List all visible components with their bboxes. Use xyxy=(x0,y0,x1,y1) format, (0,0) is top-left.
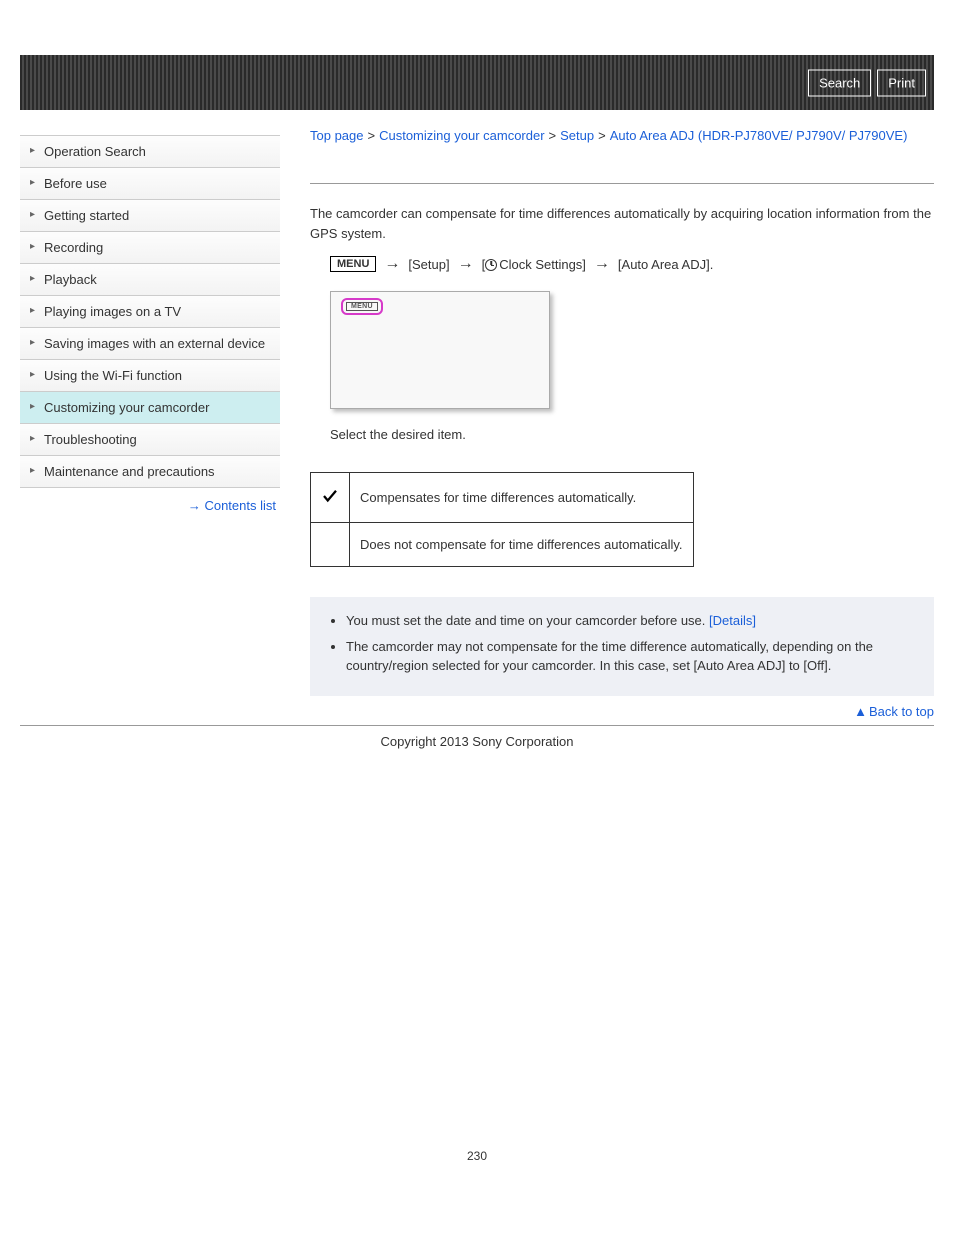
back-to-top-label: Back to top xyxy=(869,704,934,719)
arrow-right-icon: → xyxy=(594,255,610,273)
breadcrumb-item[interactable]: Auto Area ADJ (HDR-PJ780VE/ PJ790V/ PJ79… xyxy=(610,128,908,143)
contents-link-row: → Contents list xyxy=(20,488,280,523)
menu-icon: MENU xyxy=(330,256,376,272)
menu-badge-label: MENU xyxy=(346,302,378,311)
arrow-right-icon: → xyxy=(188,498,199,513)
breadcrumb-item[interactable]: Setup xyxy=(560,128,594,143)
triangle-up-icon: ▲ xyxy=(854,704,867,719)
arrow-right-icon: → xyxy=(458,255,474,273)
header-banner: Search Print xyxy=(20,55,934,110)
print-button[interactable]: Print xyxy=(877,69,926,96)
search-button[interactable]: Search xyxy=(808,69,871,96)
flow-clock-label: [Clock Settings] xyxy=(482,257,586,272)
note-text: You must set the date and time on your c… xyxy=(346,613,709,628)
select-instruction: Select the desired item. xyxy=(330,427,934,442)
clock-icon xyxy=(485,259,497,271)
footer-divider xyxy=(20,725,934,726)
arrow-right-icon: → xyxy=(384,255,400,273)
back-to-top-link[interactable]: ▲Back to top xyxy=(854,704,934,719)
back-to-top-row: ▲Back to top xyxy=(310,704,934,719)
flow-auto-label: [Auto Area ADJ]. xyxy=(618,257,713,272)
copyright-text: Copyright 2013 Sony Corporation xyxy=(0,734,954,749)
check-icon xyxy=(321,487,339,505)
sidebar-item[interactable]: Playing images on a TV xyxy=(20,296,280,328)
table-row: Does not compensate for time differences… xyxy=(311,523,694,567)
note-item: The camcorder may not compensate for the… xyxy=(346,637,916,676)
sidebar-item[interactable]: Maintenance and precautions xyxy=(20,456,280,488)
main-content: Top page>Customizing your camcorder>Setu… xyxy=(280,110,934,725)
option-off-desc: Does not compensate for time differences… xyxy=(350,523,694,567)
details-link[interactable]: [Details] xyxy=(709,613,756,628)
breadcrumb-separator: > xyxy=(368,128,376,143)
breadcrumb-item[interactable]: Top page xyxy=(310,128,364,143)
menu-flow: MENU → [Setup] → [Clock Settings] → [Aut… xyxy=(330,255,934,273)
sidebar-list: Operation SearchBefore useGetting starte… xyxy=(20,135,280,488)
sidebar-item[interactable]: Playback xyxy=(20,264,280,296)
sidebar-item[interactable]: Customizing your camcorder xyxy=(20,392,280,424)
option-off-icon-cell xyxy=(311,523,350,567)
contents-list-label: Contents list xyxy=(204,498,276,513)
note-item: You must set the date and time on your c… xyxy=(346,611,916,631)
options-table: Compensates for time differences automat… xyxy=(310,472,694,567)
page-number: 230 xyxy=(0,1149,954,1163)
divider xyxy=(310,183,934,184)
table-row: Compensates for time differences automat… xyxy=(311,473,694,523)
breadcrumb-separator: > xyxy=(598,128,606,143)
camcorder-screen-mock: MENU xyxy=(330,291,550,409)
breadcrumb-item[interactable]: Customizing your camcorder xyxy=(379,128,544,143)
sidebar-item[interactable]: Operation Search xyxy=(20,136,280,168)
sidebar-item[interactable]: Saving images with an external device xyxy=(20,328,280,360)
sidebar-item[interactable]: Getting started xyxy=(20,200,280,232)
option-on-icon-cell xyxy=(311,473,350,523)
menu-highlight: MENU xyxy=(341,298,383,315)
intro-text: The camcorder can compensate for time di… xyxy=(310,204,934,243)
flow-setup-label: [Setup] xyxy=(408,257,449,272)
breadcrumb-separator: > xyxy=(549,128,557,143)
sidebar-item[interactable]: Recording xyxy=(20,232,280,264)
breadcrumb: Top page>Customizing your camcorder>Setu… xyxy=(310,128,934,143)
notes-box: You must set the date and time on your c… xyxy=(310,597,934,696)
sidebar-item[interactable]: Using the Wi-Fi function xyxy=(20,360,280,392)
sidebar-item[interactable]: Before use xyxy=(20,168,280,200)
banner-button-row: Search Print xyxy=(808,69,926,96)
sidebar-item[interactable]: Troubleshooting xyxy=(20,424,280,456)
contents-list-link[interactable]: → Contents list xyxy=(188,498,276,513)
option-on-desc: Compensates for time differences automat… xyxy=(350,473,694,523)
sidebar-nav: Operation SearchBefore useGetting starte… xyxy=(20,110,280,725)
